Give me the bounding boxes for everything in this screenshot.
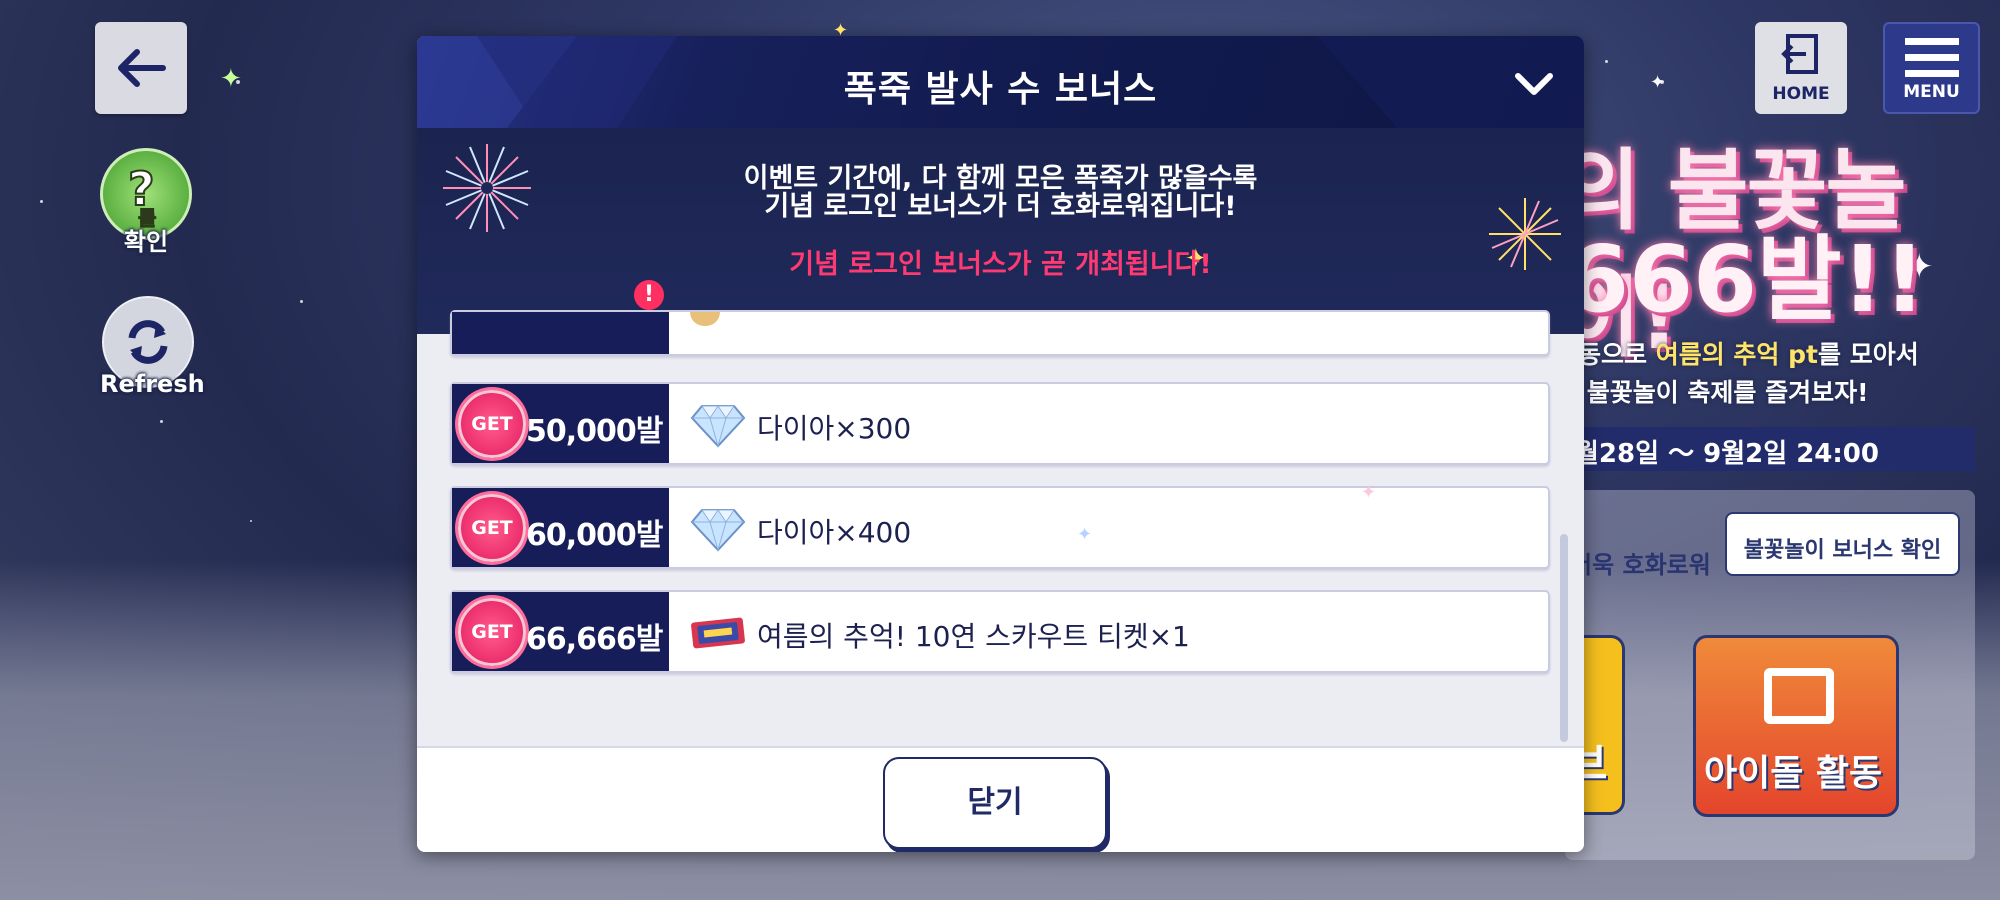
- list-scrollbar[interactable]: [1560, 534, 1568, 742]
- tv-icon: [1764, 668, 1834, 724]
- boost-text: 더욱 호화로워: [1570, 551, 1711, 579]
- help-label: 확인: [123, 228, 169, 256]
- event-desc-text: 를 모아서: [1817, 340, 1919, 369]
- question-icon: ? 를: [127, 161, 157, 229]
- refresh-button[interactable]: Refresh: [100, 296, 205, 398]
- star: [160, 420, 163, 423]
- firework-bonus-modal: 폭죽 발사 수 보너스 ✦ 이벤트 기간에, 다 함께 모은 폭죽가 많을수록 …: [417, 36, 1584, 852]
- scout-ticket-icon: [691, 617, 745, 649]
- reward-count-cell: [452, 312, 669, 354]
- star: [300, 300, 303, 303]
- firework-bonus-button[interactable]: 불꽃놀이 보너스 확인: [1725, 512, 1960, 576]
- refresh-label: Refresh: [100, 370, 205, 398]
- reward-threshold: 50,000발: [526, 414, 663, 449]
- arrow-left-icon: [118, 49, 166, 87]
- diamond-icon: [690, 509, 746, 552]
- get-badge: GET: [458, 598, 526, 666]
- reward-count-cell: GET 50,000발: [452, 384, 669, 463]
- collapse-button[interactable]: [1512, 64, 1556, 104]
- star: [40, 200, 43, 203]
- sparkle-icon: ✦: [833, 20, 849, 41]
- reward-threshold: 66,666발: [526, 622, 663, 657]
- close-button[interactable]: 닫기: [883, 757, 1107, 849]
- reward-threshold: 60,000발: [526, 518, 663, 553]
- idol-activity-label: 아이돌 활동: [1704, 753, 1883, 794]
- event-desc-highlight: 여름의 추억 pt: [1655, 340, 1818, 369]
- modal-footer: 닫기: [417, 746, 1584, 852]
- alert-icon: !: [634, 280, 664, 310]
- reward-list[interactable]: GET 50,000발 다이아×300 GET 60,000발 다이아×400 …: [417, 310, 1584, 746]
- get-badge: GET: [458, 494, 526, 562]
- reward-row: GET 50,000발 다이아×300: [450, 382, 1550, 465]
- modal-header: 폭죽 발사 수 보너스: [417, 36, 1584, 128]
- reward-row: GET 60,000발 다이아×400: [450, 486, 1550, 569]
- chevron-down-icon: [1515, 73, 1553, 95]
- home-icon: [1781, 34, 1818, 74]
- banner-line-2: 기념 로그인 보너스가 더 호화로워집니다!: [764, 191, 1237, 222]
- event-desc-line2: 의 불꽃놀이 축제를 즐겨보자!: [1555, 378, 1869, 407]
- star: [1605, 60, 1608, 63]
- modal-title: 폭죽 발사 수 보너스: [843, 69, 1158, 110]
- home-button[interactable]: HOME: [1755, 22, 1847, 114]
- reward-text: 다이아×300: [757, 412, 912, 445]
- menu-label: MENU: [1903, 82, 1960, 102]
- banner-warning: 기념 로그인 보너스가 곧 개최됩니다!: [789, 249, 1212, 280]
- back-button[interactable]: [95, 22, 187, 114]
- reward-count-cell: GET 60,000발: [452, 488, 669, 567]
- reward-row: GET 66,666발 여름의 추억! 10연 스카우트 티켓×1: [450, 590, 1550, 673]
- sparkle-icon: ✦: [1361, 482, 1377, 503]
- get-badge: GET: [458, 390, 526, 458]
- refresh-icon: [128, 320, 168, 364]
- coin-icon: [690, 312, 720, 326]
- sparkle-icon: ✦: [1650, 72, 1666, 93]
- diamond-icon: [690, 405, 746, 448]
- home-label: HOME: [1772, 84, 1830, 104]
- modal-banner: ✦ 이벤트 기간에, 다 함께 모은 폭죽가 많을수록 기념 로그인 보너스가 …: [417, 128, 1584, 334]
- sparkle-icon: ✦: [220, 64, 242, 94]
- reward-row-partial: [450, 310, 1550, 356]
- reward-text: 여름의 추억! 10연 스카우트 티켓×1: [757, 620, 1190, 653]
- reward-text: 다이아×400: [757, 516, 912, 549]
- event-count-partial: 666발!!: [1565, 226, 1926, 333]
- reward-count-cell: GET 66,666발: [452, 592, 669, 671]
- menu-button[interactable]: MENU: [1883, 22, 1980, 114]
- event-date: 월28일 ～ 9월2일 24:00: [1545, 427, 1975, 471]
- star: [250, 520, 252, 522]
- sparkle-icon: ✦: [1077, 524, 1093, 545]
- help-button[interactable]: ? 를 확인: [98, 148, 194, 257]
- hamburger-icon: [1904, 38, 1959, 77]
- event-description: 활동으로 여름의 추억 pt를 모아서 의 불꽃놀이 축제를 즐겨보자!: [1555, 336, 1919, 412]
- idol-activity-tile[interactable]: 아이돌 활동: [1693, 635, 1899, 817]
